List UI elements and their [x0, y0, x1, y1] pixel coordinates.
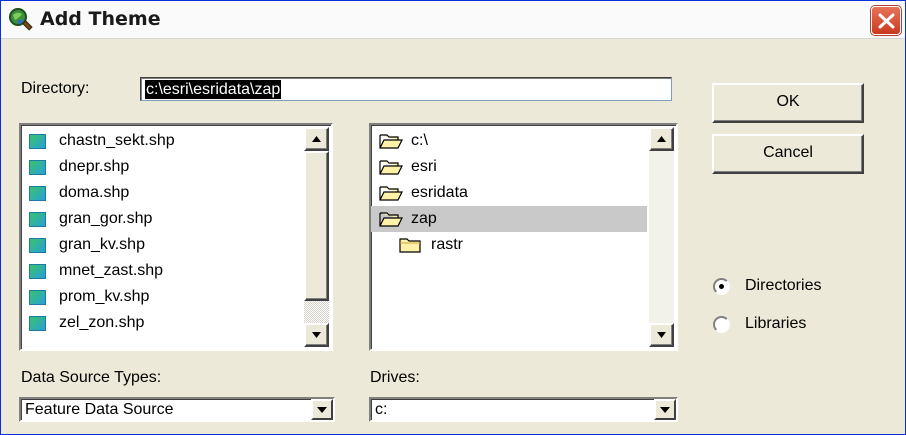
scroll-up-button[interactable] [304, 127, 329, 151]
scroll-thumb[interactable] [304, 151, 329, 301]
close-icon [878, 13, 895, 29]
dialog-title: Add Theme [40, 8, 161, 30]
magnifier-globe-icon [7, 6, 35, 34]
scroll-track[interactable] [649, 151, 674, 323]
shapefile-icon [29, 290, 46, 305]
file-list-scrollbar[interactable] [304, 127, 329, 347]
directory-field[interactable]: c:\esri\esridata\zap [140, 77, 672, 101]
add-theme-dialog: Add Theme Directory: c:\esri\esridata\za… [0, 0, 906, 435]
radio-dot [719, 284, 724, 289]
folder-item[interactable]: esridata [371, 180, 647, 206]
directory-label: Directory: [21, 80, 90, 97]
folder-item-selected[interactable]: zap [371, 206, 647, 232]
dropdown-button[interactable] [654, 399, 676, 420]
chevron-down-icon [317, 407, 327, 413]
shapefile-icon [29, 134, 46, 149]
cancel-button[interactable]: Cancel [712, 134, 864, 174]
shapefile-icon [29, 212, 46, 227]
shapefile-icon [29, 186, 46, 201]
scroll-down-button[interactable] [649, 323, 674, 347]
data-source-value: Feature Data Source [25, 401, 174, 418]
folder-list-scrollbar[interactable] [649, 127, 674, 347]
drives-label: Drives: [370, 369, 420, 386]
directory-value: c:\esri\esridata\zap [145, 80, 282, 99]
file-list[interactable]: chastn_sekt.shp dnepr.shp doma.shp gran_… [19, 123, 333, 351]
drives-select[interactable]: c: [369, 397, 678, 422]
shapefile-icon [29, 316, 46, 331]
chevron-down-icon [660, 407, 670, 413]
radio-circle[interactable] [713, 278, 730, 295]
data-source-types-label: Data Source Types: [21, 369, 162, 386]
folder-item[interactable]: rastr [391, 232, 647, 258]
open-folder-icon [379, 212, 403, 227]
shapefile-icon [29, 264, 46, 279]
open-folder-icon [379, 186, 403, 201]
title-bar[interactable]: Add Theme [1, 1, 905, 39]
shapefile-icon [29, 160, 46, 175]
data-source-types-select[interactable]: Feature Data Source [19, 397, 335, 422]
arrow-down-icon [312, 332, 321, 338]
open-folder-icon [379, 160, 403, 175]
dropdown-button[interactable] [311, 399, 333, 420]
scroll-down-button[interactable] [304, 323, 329, 347]
close-button[interactable] [871, 6, 901, 35]
closed-folder-icon [399, 238, 421, 253]
arrow-down-icon [657, 332, 666, 338]
folder-item[interactable]: c:\ [371, 128, 647, 154]
open-folder-icon [379, 134, 403, 149]
scroll-up-button[interactable] [649, 127, 674, 151]
ok-button[interactable]: OK [712, 83, 864, 123]
folder-list[interactable]: c:\ esri esridata zap rastr [369, 123, 678, 351]
arrow-up-icon [312, 136, 321, 142]
arrow-up-icon [657, 136, 666, 142]
folder-item[interactable]: esri [371, 154, 647, 180]
drives-value: c: [375, 401, 388, 418]
radio-circle[interactable] [713, 316, 730, 333]
shapefile-icon [29, 238, 46, 253]
